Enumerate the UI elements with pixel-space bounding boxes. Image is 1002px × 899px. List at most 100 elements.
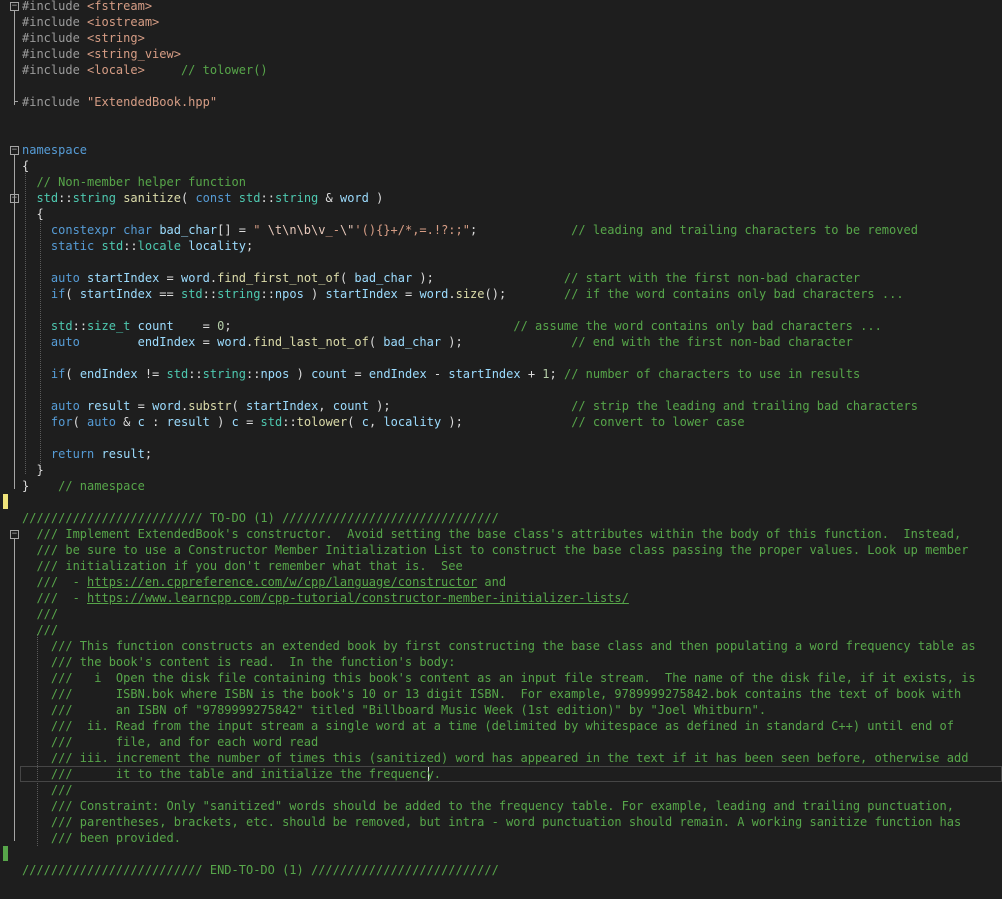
code-token: { — [22, 207, 44, 221]
code-line[interactable]: #include <string_view> — [22, 46, 1002, 62]
code-line[interactable]: #include <iostream> — [22, 14, 1002, 30]
code-token: auto — [50, 335, 80, 349]
code-line[interactable]: /// iii. increment the number of times t… — [22, 750, 1002, 766]
code-token: :: — [260, 287, 275, 301]
collapse-minus-icon[interactable]: − — [10, 2, 19, 11]
code-token: = — [238, 415, 261, 429]
code-token: npos — [274, 287, 304, 301]
code-token: ) — [303, 287, 326, 301]
code-editor[interactable]: − − − − #include <fstream> #include <iost… — [0, 0, 1002, 899]
code-line[interactable]: /// the book's content is read. In the f… — [22, 654, 1002, 670]
code-token: auto — [50, 271, 80, 285]
code-token: /// an ISBN of "9789999275842" titled "B… — [22, 703, 767, 717]
code-line[interactable]: namespace — [22, 142, 1002, 158]
collapse-minus-icon[interactable]: − — [10, 146, 19, 155]
code-line[interactable]: /// file, and for each word read — [22, 734, 1002, 750]
code-token: result — [101, 447, 145, 461]
code-line[interactable]: #include <string> — [22, 30, 1002, 46]
code-token: string — [217, 287, 261, 301]
code-line[interactable]: std::string sanitize( const std::string … — [22, 190, 1002, 206]
code-token: endIndex — [368, 367, 427, 381]
code-line[interactable]: constexpr char bad_char[] = " \t\n\b\v_-… — [22, 222, 1002, 238]
code-token: // start with the first non-bad characte… — [563, 271, 861, 285]
collapse-minus-icon[interactable]: − — [10, 194, 19, 203]
code-line[interactable]: /// an ISBN of "9789999275842" titled "B… — [22, 702, 1002, 718]
code-token: ; — [246, 239, 254, 253]
code-line[interactable]: if( startIndex == std::string::npos ) st… — [22, 286, 1002, 302]
code-token: /// iii. increment the number of times t… — [22, 751, 969, 765]
code-line[interactable]: static std::locale locality; — [22, 238, 1002, 254]
code-line[interactable]: // Non-member helper function — [22, 174, 1002, 190]
code-line[interactable]: std::size_t count = 0; // assume the wor… — [22, 318, 1002, 334]
code-token: ; — [469, 223, 572, 237]
code-line[interactable]: /// Constraint: Only "sanitized" words s… — [22, 798, 1002, 814]
code-token: /// been provided. — [22, 831, 181, 845]
code-token: /// it to the table and initialize the f… — [22, 767, 442, 781]
code-line[interactable]: /// it to the table and initialize the f… — [22, 766, 1002, 782]
code-token: /// — [22, 783, 73, 797]
code-token: ); — [368, 399, 572, 413]
code-token: and — [477, 575, 507, 589]
code-line[interactable]: /// Implement ExtendedBook's constructor… — [22, 526, 1002, 542]
code-line[interactable]: /// parentheses, brackets, etc. should b… — [22, 814, 1002, 830]
code-token: // tolower() — [180, 63, 268, 77]
code-line[interactable]: auto startIndex = word.find_first_not_of… — [22, 270, 1002, 286]
code-line[interactable]: /// i Open the disk file containing this… — [22, 670, 1002, 686]
code-token: locale — [137, 239, 181, 253]
code-line[interactable]: /// — [22, 622, 1002, 638]
code-line[interactable]: /// - https://en.cppreference.com/w/cpp/… — [22, 574, 1002, 590]
code-line[interactable]: { — [22, 206, 1002, 222]
code-line[interactable]: #include "ExtendedBook.hpp" — [22, 94, 1002, 110]
code-token: count — [332, 399, 369, 413]
code-token: #include — [22, 63, 88, 77]
code-line[interactable]: /// initialization if you don't remember… — [22, 558, 1002, 574]
code-token: c — [137, 415, 145, 429]
code-line[interactable]: auto result = word.substr( startIndex, c… — [22, 398, 1002, 414]
code-token: auto — [87, 415, 116, 429]
code-token: /// — [22, 607, 59, 621]
code-token: char — [123, 223, 153, 237]
url-link[interactable]: https://www.learncpp.com/cpp-tutorial/co… — [87, 591, 629, 605]
code-line[interactable]: auto endIndex = word.find_last_not_of( b… — [22, 334, 1002, 350]
code-token: = — [173, 319, 218, 333]
code-line[interactable]: { — [22, 158, 1002, 174]
code-line[interactable]: /// ii. Read from the input stream a sin… — [22, 718, 1002, 734]
code-line[interactable]: for( auto & c : result ) c = std::tolowe… — [22, 414, 1002, 430]
code-line[interactable]: /// — [22, 606, 1002, 622]
collapse-minus-icon[interactable]: − — [10, 530, 19, 539]
code-token: std — [166, 367, 189, 381]
code-line[interactable]: ///////////////////////// TO-DO (1) ////… — [22, 510, 1002, 526]
code-line[interactable]: /// This function constructs an extended… — [22, 638, 1002, 654]
code-token: constexpr — [50, 223, 116, 237]
code-line[interactable]: #include <locale> // tolower() — [22, 62, 1002, 78]
code-line[interactable]: /// be sure to use a Constructor Member … — [22, 542, 1002, 558]
code-token: & — [115, 415, 138, 429]
code-line[interactable]: /// — [22, 782, 1002, 798]
code-token: // namespace — [58, 479, 145, 493]
code-line[interactable]: if( endIndex != std::string::npos ) coun… — [22, 366, 1002, 382]
code-line[interactable]: } // namespace — [22, 478, 1002, 494]
code-line[interactable]: return result; — [22, 446, 1002, 462]
code-token: != — [137, 367, 167, 381]
code-token: 1 — [542, 367, 550, 381]
code-line[interactable]: /// - https://www.learncpp.com/cpp-tutor… — [22, 590, 1002, 606]
code-token: ( — [65, 367, 80, 381]
code-token: == — [152, 287, 181, 301]
code-line[interactable]: /// been provided. — [22, 830, 1002, 846]
code-line[interactable]: #include <fstream> — [22, 0, 1002, 14]
code-line[interactable]: } — [22, 462, 1002, 478]
code-token: " — [253, 223, 268, 237]
code-line[interactable]: /// ISBN.bok where ISBN is the book's 10… — [22, 686, 1002, 702]
code-token: ); — [412, 271, 564, 285]
code-token: startIndex — [246, 399, 319, 413]
code-token: _- — [325, 223, 340, 237]
url-link[interactable]: https://en.cppreference.com/w/cpp/langua… — [87, 575, 477, 589]
code-token: /// initialization if you don't remember… — [22, 559, 463, 573]
code-line[interactable]: ///////////////////////// END-TO-DO (1) … — [22, 862, 1002, 878]
code-token: /// - — [22, 591, 88, 605]
